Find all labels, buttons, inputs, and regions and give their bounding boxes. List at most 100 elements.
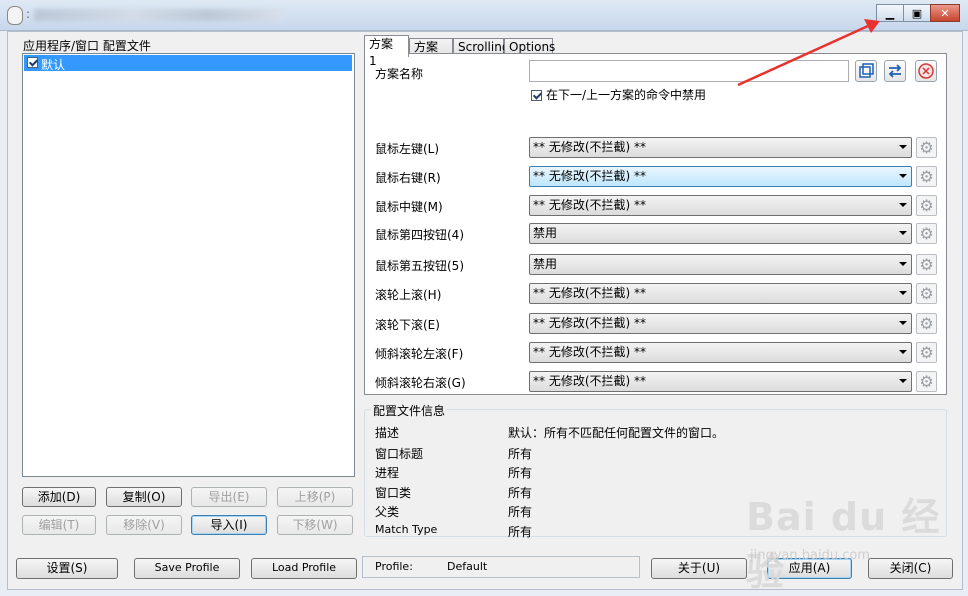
info-value: 所有 bbox=[508, 466, 533, 480]
baidu-watermark-url: jingyan.baidu.com bbox=[750, 548, 870, 563]
scheme-panel: 方案名称 在下一/上一方案的命令中禁用 鼠标左键(L) ** 无修改(不拦截) … bbox=[364, 53, 947, 395]
row-label-tilt-left: 倾斜滚轮左滚(F) bbox=[375, 347, 464, 361]
info-label: 描述 bbox=[375, 426, 400, 440]
baidu-watermark: Bai du 经验 bbox=[746, 495, 941, 594]
info-value: 默认：所有不匹配任何配置文件的窗口。 bbox=[508, 426, 725, 440]
info-label: 父类 bbox=[375, 505, 400, 519]
tab-scheme-1[interactable]: 方案 1 bbox=[364, 35, 409, 68]
profile-enabled-checkbox[interactable] bbox=[27, 57, 38, 68]
chevron-down-icon bbox=[899, 379, 907, 383]
disable-in-cycle-checkbox[interactable]: 在下一/上一方案的命令中禁用 bbox=[531, 86, 706, 103]
info-value: 所有 bbox=[508, 447, 533, 461]
action-select-tilt-right[interactable]: ** 无修改(不拦截) ** bbox=[529, 371, 912, 392]
info-label: 窗口类 bbox=[375, 486, 412, 500]
save-profile-button[interactable]: Save Profile bbox=[134, 558, 240, 579]
move-down-button[interactable]: 下移(W) bbox=[277, 515, 353, 535]
close-window-button[interactable]: ✕ bbox=[930, 4, 960, 22]
info-label: 进程 bbox=[375, 466, 400, 480]
chevron-down-icon bbox=[899, 145, 907, 149]
select-value: ** 无修改(不拦截) ** bbox=[533, 316, 646, 330]
swap-arrows-icon bbox=[888, 64, 902, 78]
chevron-down-icon bbox=[899, 231, 907, 235]
profile-list[interactable]: 默认 bbox=[22, 53, 355, 477]
scheme-name-label: 方案名称 bbox=[375, 67, 424, 81]
window-title: : bbox=[26, 7, 31, 21]
row-label-left: 鼠标左键(L) bbox=[375, 142, 440, 156]
select-value: 禁用 bbox=[533, 257, 558, 271]
restore-icon: ▣ bbox=[911, 6, 923, 20]
gear-icon[interactable]: ⚙ bbox=[916, 313, 937, 334]
chevron-down-icon bbox=[899, 350, 907, 354]
move-up-button[interactable]: 上移(P) bbox=[277, 487, 353, 507]
chevron-down-icon bbox=[899, 291, 907, 295]
select-value: ** 无修改(不拦截) ** bbox=[533, 374, 646, 388]
select-value: 禁用 bbox=[533, 226, 558, 240]
gear-icon[interactable]: ⚙ bbox=[916, 283, 937, 304]
gear-icon[interactable]: ⚙ bbox=[916, 254, 937, 275]
copy-button[interactable]: 复制(O) bbox=[106, 487, 182, 507]
import-button[interactable]: 导入(I) bbox=[191, 515, 267, 535]
swap-scheme-button[interactable] bbox=[884, 60, 906, 82]
action-select-tilt-left[interactable]: ** 无修改(不拦截) ** bbox=[529, 342, 912, 363]
select-value: ** 无修改(不拦截) ** bbox=[533, 345, 646, 359]
action-select-button4[interactable]: 禁用 bbox=[529, 223, 912, 244]
gear-icon[interactable]: ⚙ bbox=[916, 342, 937, 363]
row-label-button4: 鼠标第四按钮(4) bbox=[375, 228, 464, 242]
profile-status: Profile: Default bbox=[362, 556, 640, 578]
add-button[interactable]: 添加(D) bbox=[22, 487, 96, 507]
mouse-app-icon bbox=[7, 6, 23, 25]
action-select-right[interactable]: ** 无修改(不拦截) ** bbox=[529, 166, 912, 187]
delete-circle-icon bbox=[918, 63, 934, 79]
chevron-down-icon bbox=[899, 262, 907, 266]
row-label-button5: 鼠标第五按钮(5) bbox=[375, 259, 464, 273]
list-item[interactable]: 默认 bbox=[24, 55, 352, 72]
chevron-down-icon bbox=[899, 203, 907, 207]
profile-name: 默认 bbox=[41, 58, 66, 72]
blurred-title-text bbox=[34, 9, 284, 21]
gear-icon[interactable]: ⚙ bbox=[916, 137, 937, 158]
gear-icon[interactable]: ⚙ bbox=[916, 371, 937, 392]
window-controls: ▁ ▣ ✕ bbox=[876, 4, 960, 22]
scheme-name-input[interactable] bbox=[529, 60, 849, 82]
select-value: ** 无修改(不拦截) ** bbox=[533, 286, 646, 300]
minimize-icon: ▁ bbox=[885, 6, 895, 20]
profile-status-value: Default bbox=[447, 560, 488, 573]
settings-button[interactable]: 设置(S) bbox=[16, 558, 118, 579]
delete-scheme-button[interactable] bbox=[915, 60, 937, 82]
maximize-button[interactable]: ▣ bbox=[903, 4, 931, 22]
action-select-left[interactable]: ** 无修改(不拦截) ** bbox=[529, 137, 912, 158]
profile-info-title: 配置文件信息 bbox=[371, 402, 448, 419]
edit-button[interactable]: 编辑(T) bbox=[22, 515, 96, 535]
disable-in-cycle-label: 在下一/上一方案的命令中禁用 bbox=[546, 88, 707, 102]
row-label-tilt-right: 倾斜滚轮右滚(G) bbox=[375, 376, 466, 390]
chevron-down-icon bbox=[899, 321, 907, 325]
remove-button[interactable]: 移除(V) bbox=[106, 515, 182, 535]
checkbox-checked-icon bbox=[531, 90, 542, 101]
row-label-wheel-down: 滚轮下滚(E) bbox=[375, 318, 440, 332]
about-button[interactable]: 关于(U) bbox=[651, 558, 747, 579]
copy-icon bbox=[859, 63, 874, 78]
action-select-middle[interactable]: ** 无修改(不拦截) ** bbox=[529, 195, 912, 216]
close-icon: ✕ bbox=[940, 6, 950, 20]
gear-icon[interactable]: ⚙ bbox=[916, 223, 937, 244]
select-value: ** 无修改(不拦截) ** bbox=[533, 140, 646, 154]
select-value: ** 无修改(不拦截) ** bbox=[533, 198, 646, 212]
minimize-button[interactable]: ▁ bbox=[876, 4, 904, 22]
info-label: Match Type bbox=[375, 523, 438, 536]
profiles-label: 应用程序/窗口 配置文件 bbox=[23, 39, 151, 53]
info-value: 所有 bbox=[508, 486, 533, 500]
action-select-button5[interactable]: 禁用 bbox=[529, 254, 912, 275]
load-profile-button[interactable]: Load Profile bbox=[251, 558, 357, 579]
export-button[interactable]: 导出(E) bbox=[191, 487, 267, 507]
copy-scheme-button[interactable] bbox=[855, 60, 877, 82]
info-value: 所有 bbox=[508, 525, 533, 539]
action-select-wheel-down[interactable]: ** 无修改(不拦截) ** bbox=[529, 313, 912, 334]
profile-status-label: Profile: bbox=[375, 560, 413, 573]
row-label-wheel-up: 滚轮上滚(H) bbox=[375, 288, 442, 302]
row-label-right: 鼠标右键(R) bbox=[375, 171, 441, 185]
info-value: 所有 bbox=[508, 505, 533, 519]
gear-icon[interactable]: ⚙ bbox=[916, 166, 937, 187]
action-select-wheel-up[interactable]: ** 无修改(不拦截) ** bbox=[529, 283, 912, 304]
chevron-down-icon bbox=[899, 174, 907, 178]
gear-icon[interactable]: ⚙ bbox=[916, 195, 937, 216]
